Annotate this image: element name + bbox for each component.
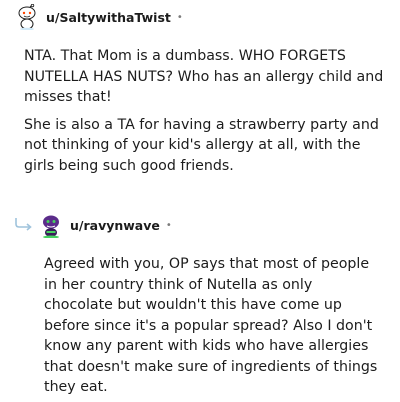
comment-header: u/ravynwave • [38, 212, 172, 239]
username[interactable]: u/ravynwave [70, 218, 160, 233]
separator-dot: • [176, 11, 183, 23]
comment-paragraph: Agreed with you, OP says that most of pe… [44, 256, 378, 395]
avatar-icon[interactable] [38, 212, 64, 239]
username[interactable]: u/SaltywithaTwist [46, 10, 171, 25]
comment-paragraph: NTA. That Mom is a dumbass. WHO FORGETS … [24, 48, 384, 105]
comment-header: u/SaltywithaTwist • [14, 3, 183, 31]
reply-arrow-icon [14, 216, 34, 236]
comment-body: Agreed with you, OP says that most of pe… [44, 254, 384, 398]
avatar-icon[interactable] [14, 3, 40, 31]
comment-paragraph: She is also a TA for having a strawberry… [24, 116, 379, 174]
comment-body: NTA. That Mom is a dumbass. WHO FORGETS … [24, 46, 384, 176]
separator-dot: • [165, 219, 172, 231]
